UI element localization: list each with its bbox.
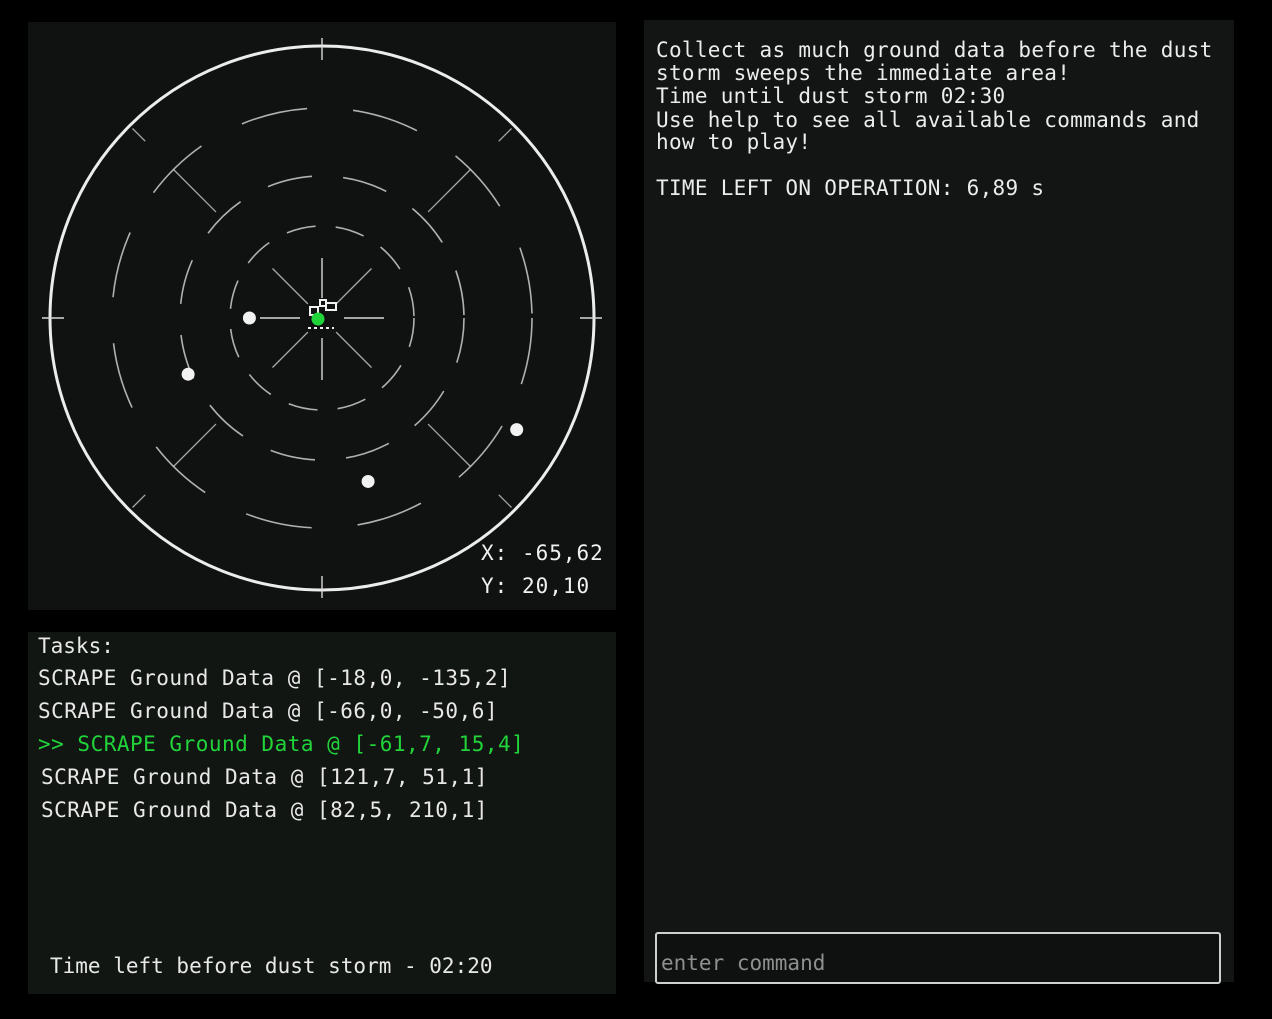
console-message-line: Use help to see all available commands a… [656, 108, 1200, 132]
radar-diagonal-line [427, 169, 471, 213]
ground-data-marker [242, 311, 256, 325]
ground-data-marker [510, 423, 524, 437]
task-item[interactable]: SCRAPE Ground Data @ [82,5, 210,1] [41, 798, 488, 822]
operation-time-readout: TIME LEFT ON OPERATION: 6,89 s [656, 176, 1045, 200]
command-input[interactable] [655, 932, 1221, 984]
radar-diagonal-line [427, 423, 471, 467]
task-item[interactable]: SCRAPE Ground Data @ [-66,0, -50,6] [38, 699, 498, 723]
ground-data-marker [361, 474, 375, 488]
radar-diagonal-line [335, 331, 372, 368]
console-message-line: storm sweeps the immediate area! [656, 61, 1071, 85]
radar-display [42, 38, 602, 598]
console-message-line: how to play! [656, 130, 812, 154]
task-item[interactable]: SCRAPE Ground Data @ [-18,0, -135,2] [38, 666, 511, 690]
radar-diagonal-line [335, 268, 372, 305]
coordinate-x-value: -65,62 [521, 541, 604, 565]
radar-diagonal-line [272, 331, 309, 368]
tasks-heading: Tasks: [38, 634, 114, 658]
task-item[interactable]: SCRAPE Ground Data @ [121,7, 51,1] [41, 765, 488, 789]
radar-diagonal-line [272, 268, 309, 305]
dust-storm-timer: Time left before dust storm - 02:20 [50, 954, 493, 978]
console-message-line: Collect as much ground data before the d… [656, 38, 1213, 62]
coordinate-x: X: -65,62 [481, 541, 604, 565]
radar-diagonal-line [173, 169, 217, 213]
radar-diagonal-line [498, 128, 512, 142]
radar-panel: X: -65,62 Y: 20,10 [28, 22, 616, 610]
coordinate-x-label: X: [481, 541, 509, 565]
task-item-active[interactable]: >> SCRAPE Ground Data @ [-61,7, 15,4] [38, 732, 524, 756]
radar-diagonal-line [132, 128, 146, 142]
ground-data-marker [181, 367, 195, 381]
radar-diagonal-line [173, 423, 217, 467]
coordinate-y: Y: 20,10 [481, 574, 590, 598]
tasks-panel: Tasks: SCRAPE Ground Data @ [-18,0, -135… [28, 632, 616, 994]
radar-diagonal-line [498, 494, 512, 508]
console-panel: Collect as much ground data before the d… [644, 20, 1234, 982]
coordinate-y-value: 20,10 [521, 574, 591, 598]
console-message-line: Time until dust storm 02:30 [656, 84, 1006, 108]
radar-diagonal-line [132, 494, 146, 508]
rover-icon [308, 299, 337, 329]
coordinate-y-label: Y: [481, 574, 509, 598]
